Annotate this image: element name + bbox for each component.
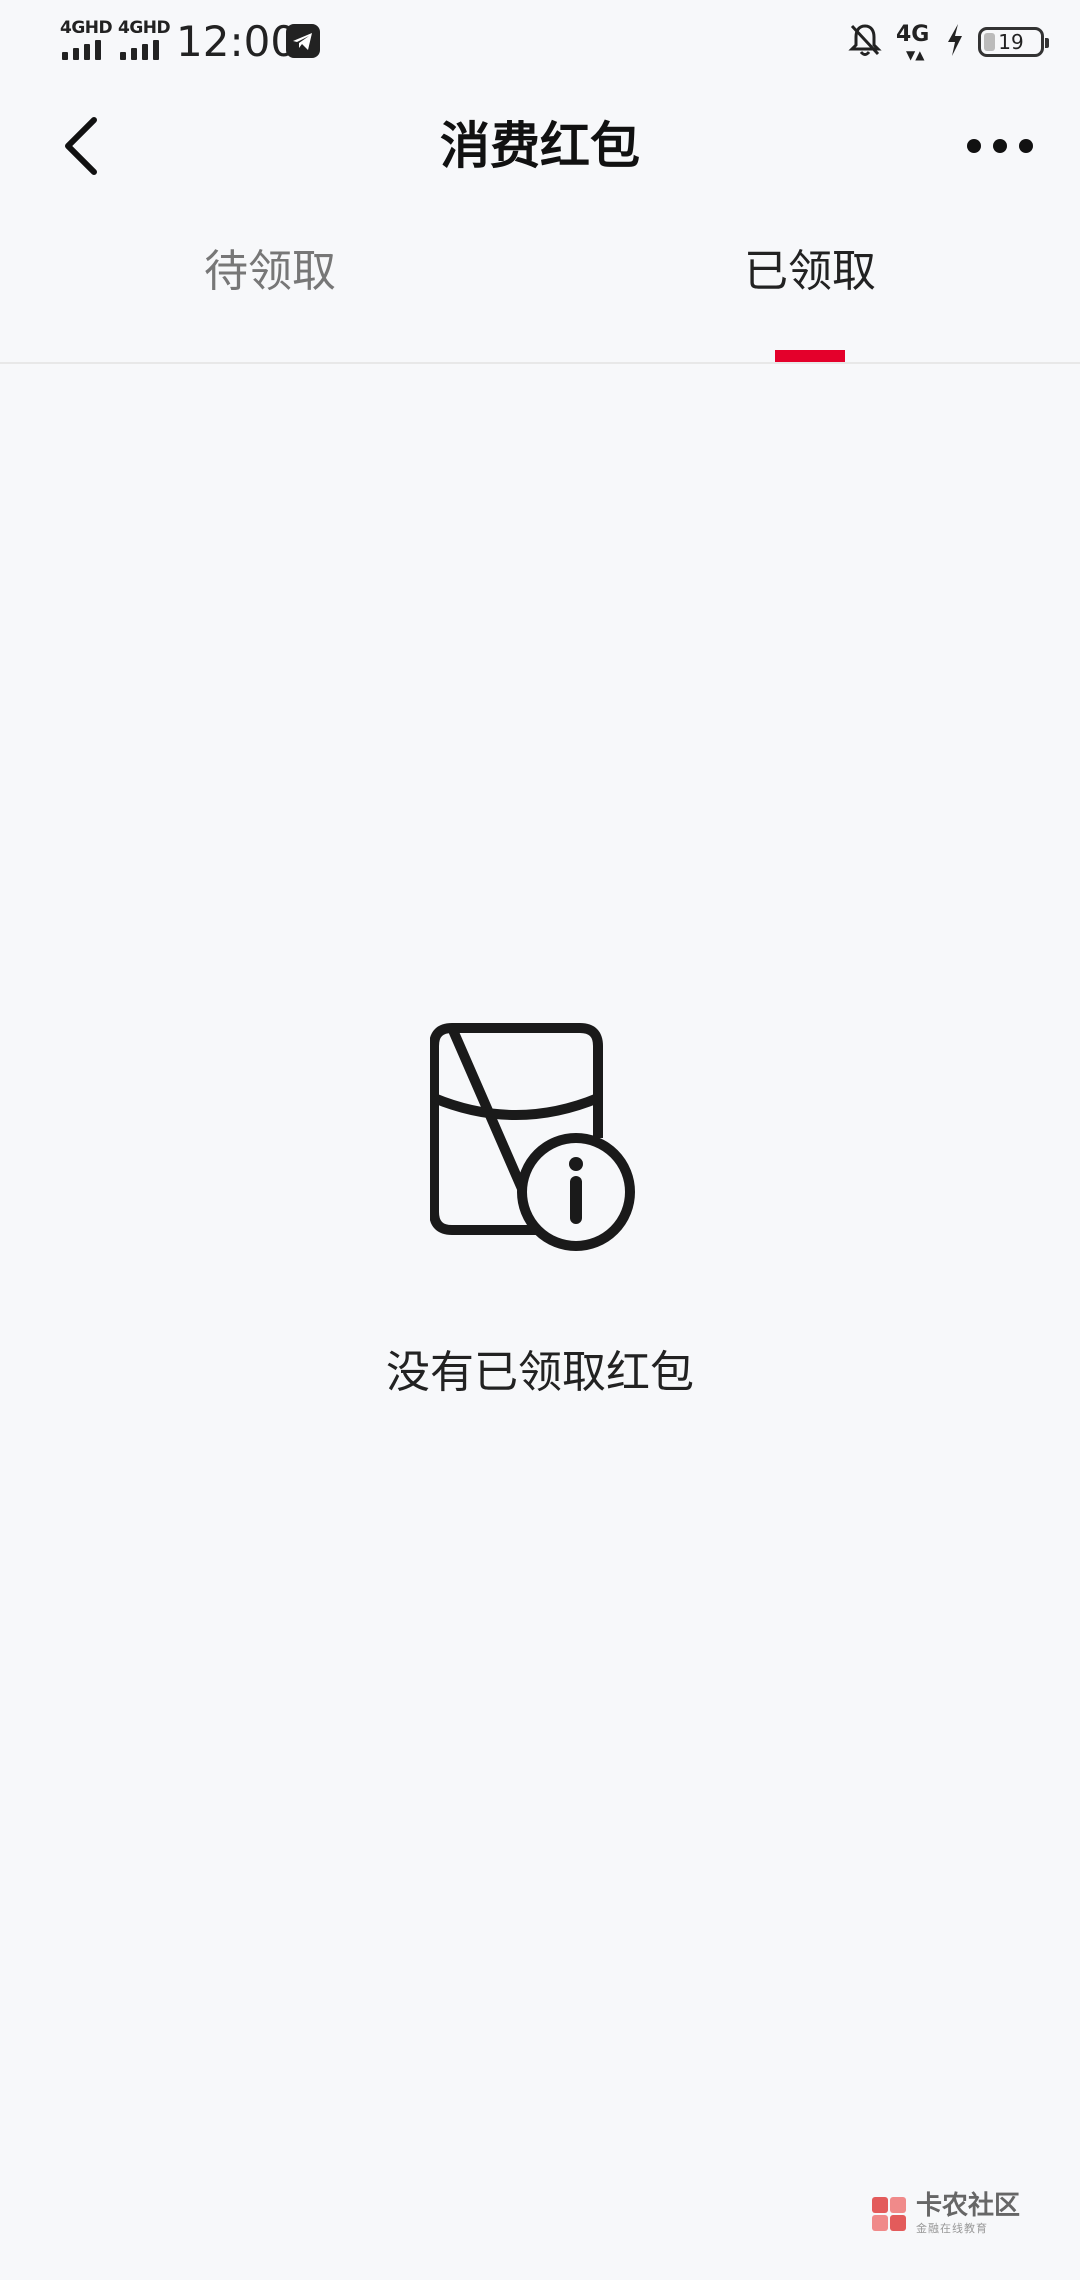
battery-level: 19	[998, 30, 1024, 54]
tab-bar: 待领取 已领取	[0, 206, 1080, 364]
watermark-logo-icon	[871, 2196, 906, 2231]
signal-icon-sim2: 4GHD	[118, 18, 171, 60]
watermark-text: 卡农社区	[915, 2191, 1020, 2221]
tab-pending[interactable]: 待领取	[0, 206, 540, 362]
tab-claimed[interactable]: 已领取	[540, 206, 1080, 362]
empty-red-envelope-info-icon	[430, 1023, 635, 1251]
status-right: 4G ▼▲ 19	[848, 22, 1049, 62]
status-time: 12:00	[176, 17, 298, 66]
more-dots-icon	[967, 139, 1033, 153]
tab-claimed-label: 已领取	[744, 246, 876, 297]
network-type-data: 4G	[896, 22, 930, 47]
more-button[interactable]	[960, 110, 1040, 182]
empty-state-message: 没有已领取红包	[386, 1347, 694, 1398]
signal-icon-sim1: 4GHD	[60, 18, 113, 60]
charging-icon	[946, 24, 964, 60]
status-bar: 4GHD 4GHD 12:00 4G ▼▲ 19	[0, 0, 1080, 86]
page-title: 消费红包	[440, 117, 640, 175]
watermark: 卡农社区 金融在线教育	[870, 2193, 1020, 2234]
battery-icon: 19	[978, 27, 1049, 57]
watermark-subtext: 金融在线教育	[915, 2222, 988, 2235]
network-type-sim1: 4GHD	[60, 18, 113, 38]
telegram-icon	[286, 24, 320, 58]
nav-bar: 消费红包	[0, 86, 1080, 206]
tab-pending-label: 待领取	[204, 246, 336, 297]
active-tab-indicator	[775, 350, 845, 362]
network-4g-icon: 4G ▼▲	[896, 22, 930, 62]
mute-bell-icon	[848, 22, 882, 62]
network-type-sim2: 4GHD	[118, 18, 171, 38]
empty-state: 没有已领取红包	[0, 1020, 1080, 1400]
